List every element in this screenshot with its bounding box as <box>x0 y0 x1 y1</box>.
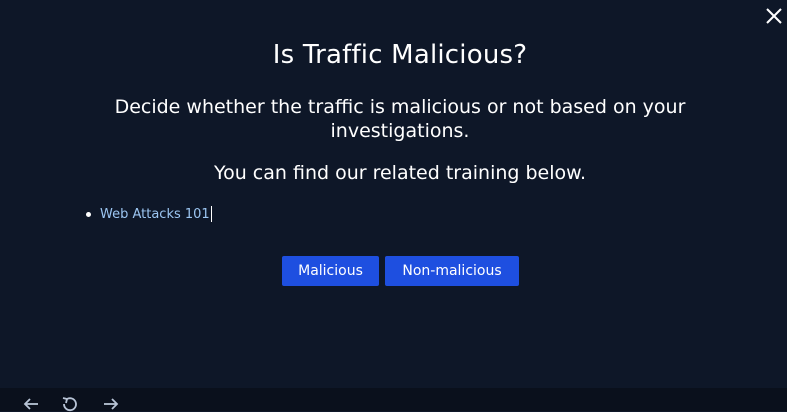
traffic-modal: Is Traffic Malicious? Decide whether the… <box>0 0 787 388</box>
training-intro: You can find our related training below. <box>214 162 586 184</box>
decision-actions: Malicious Non-malicious <box>282 256 519 286</box>
close-icon <box>766 8 782 24</box>
malicious-button[interactable]: Malicious <box>282 256 379 286</box>
non-malicious-button[interactable]: Non-malicious <box>385 256 519 286</box>
bottom-toolbar <box>0 388 787 412</box>
text-caret <box>210 206 212 222</box>
list-item: Web Attacks 101 <box>86 206 212 222</box>
arrow-right-icon[interactable] <box>102 396 120 412</box>
modal-title: Is Traffic Malicious? <box>272 40 528 70</box>
arrow-left-icon[interactable] <box>22 396 40 412</box>
training-link-web-attacks[interactable]: Web Attacks 101 <box>100 207 210 222</box>
undo-icon[interactable] <box>60 396 78 412</box>
bullet-icon <box>86 211 91 217</box>
training-list: Web Attacks 101 <box>86 206 212 222</box>
modal-description: Decide whether the traffic is malicious … <box>114 96 686 142</box>
close-button[interactable] <box>763 5 785 27</box>
